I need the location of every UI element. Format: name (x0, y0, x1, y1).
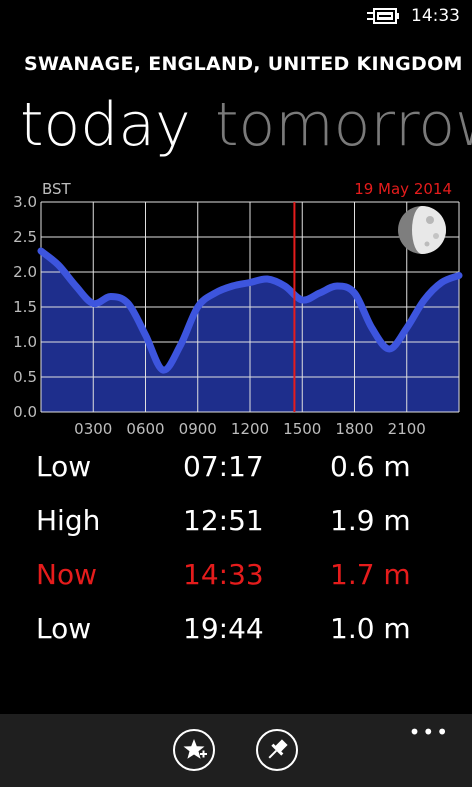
tide-row: Low 07:17 0.6 m (0, 450, 472, 502)
tide-height: 1.0 m (330, 612, 411, 645)
y-tick-label: 2.5 (13, 228, 37, 246)
y-tick-label: 3.0 (13, 193, 37, 211)
battery-charging-icon (367, 7, 401, 29)
tide-height: 1.7 m (330, 558, 411, 591)
tide-height: 1.9 m (330, 504, 411, 537)
location-title: SWANAGE, ENGLAND, UNITED KINGDOM (24, 53, 463, 75)
tide-type: Low (36, 450, 92, 483)
x-tick-label: 0300 (74, 420, 112, 438)
x-tick-label: 1500 (283, 420, 321, 438)
pin-icon (268, 739, 288, 759)
tide-row: High 12:51 1.9 m (0, 504, 472, 556)
x-tick-label: 2100 (388, 420, 426, 438)
date-label: 19 May 2014 (354, 180, 452, 198)
y-tick-label: 0.0 (13, 403, 37, 421)
pivot-header: today tomorrow (0, 86, 472, 166)
pin-to-start-button[interactable] (256, 729, 298, 771)
timezone-label: BST (42, 180, 72, 198)
more-options-button[interactable]: ••• (409, 720, 450, 744)
add-favorite-button[interactable] (173, 729, 215, 771)
x-tick-label: 1800 (335, 420, 373, 438)
tide-chart: BST 19 May 2014 0.0 0.5 1.0 1.5 2.0 2.5 3.0 030… (0, 172, 472, 444)
x-tick-label: 0600 (126, 420, 164, 438)
y-tick-label: 0.5 (13, 368, 37, 386)
add-favorite-icon (183, 739, 207, 759)
status-clock: 14:33 (411, 6, 460, 26)
tab-today[interactable]: today (20, 86, 191, 164)
moon-phase-icon (398, 206, 446, 254)
y-tick-label: 2.0 (13, 263, 37, 281)
tide-time: 19:44 (183, 612, 264, 645)
tide-time: 12:51 (183, 504, 264, 537)
tide-type: High (36, 504, 101, 537)
tab-tomorrow[interactable]: tomorrow (215, 86, 472, 164)
tide-type: Now (36, 558, 97, 591)
tide-time: 07:17 (183, 450, 264, 483)
status-bar: 14:33 (0, 0, 472, 34)
tide-row: Low 19:44 1.0 m (0, 612, 472, 664)
x-tick-label: 1200 (231, 420, 269, 438)
y-tick-label: 1.5 (13, 298, 37, 316)
y-tick-label: 1.0 (13, 333, 37, 351)
app-bar: ••• (0, 714, 472, 787)
tide-height: 0.6 m (330, 450, 411, 483)
tide-time: 14:33 (183, 558, 264, 591)
tide-chart-svg: BST 19 May 2014 0.0 0.5 1.0 1.5 2.0 2.5 3.0 030… (13, 180, 463, 438)
tide-row-now: Now 14:33 1.7 m (0, 558, 472, 610)
x-tick-label: 0900 (179, 420, 217, 438)
tide-type: Low (36, 612, 92, 645)
